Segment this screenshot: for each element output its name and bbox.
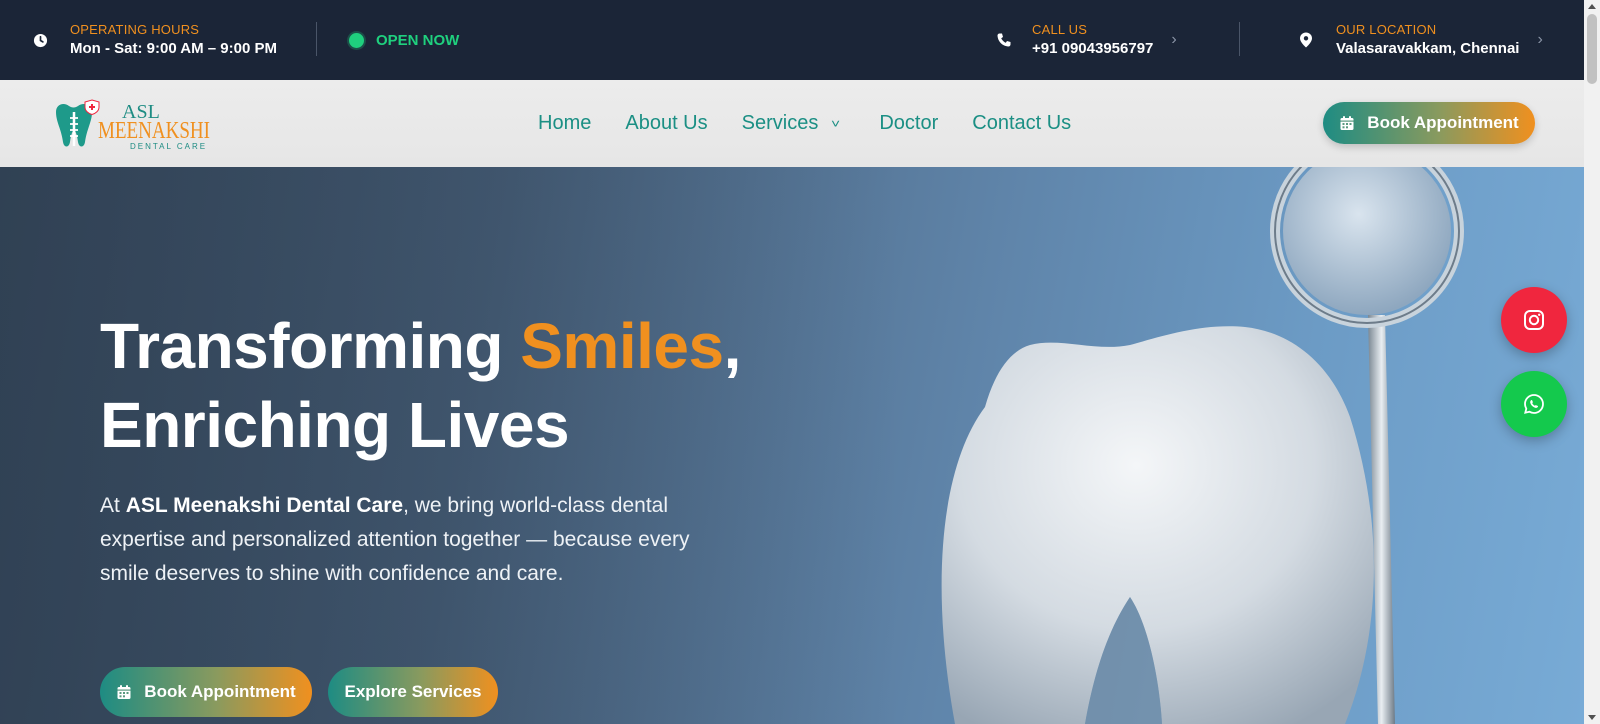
- instagram-button[interactable]: [1501, 287, 1567, 353]
- call-value: +91 09043956797: [1032, 40, 1154, 57]
- nav-doctor[interactable]: Doctor: [879, 112, 938, 135]
- site-logo[interactable]: ASL MEENAKSHI DENTAL CARE: [52, 98, 220, 154]
- logo-text-meenakshi: MEENAKSHI: [98, 118, 210, 144]
- hero-section: Transforming Smiles, Enriching Lives At …: [0, 167, 1584, 724]
- calendar-icon: [1340, 116, 1354, 130]
- status-dot-icon: [349, 32, 364, 48]
- scroll-up-icon[interactable]: [1588, 4, 1596, 9]
- location-label: OUR LOCATION: [1336, 22, 1437, 37]
- hero-desc-prefix: At: [100, 494, 126, 517]
- phone-icon: [996, 32, 1012, 48]
- scrollbar-thumb[interactable]: [1587, 14, 1597, 84]
- hero-title-accent: Smiles: [520, 310, 724, 382]
- open-status-text: OPEN NOW: [376, 31, 460, 49]
- logo-text-dental: DENTAL CARE: [130, 142, 207, 151]
- hero-title: Transforming Smiles, Enriching Lives: [100, 307, 741, 465]
- chevron-right-icon: ›: [1171, 31, 1177, 48]
- location-value: Valasaravakkam, Chennai: [1336, 40, 1520, 57]
- calendar-icon: [117, 685, 131, 699]
- top-info-bar: OPERATING HOURS Mon - Sat: 9:00 AM – 9:0…: [0, 0, 1584, 80]
- chevron-right-icon: ›: [1537, 31, 1543, 48]
- hero-book-appointment-button[interactable]: Book Appointment: [100, 667, 312, 717]
- nav-book-appointment-button[interactable]: Book Appointment: [1323, 102, 1535, 144]
- hours-value: Mon - Sat: 9:00 AM – 9:00 PM: [70, 40, 277, 57]
- whatsapp-button[interactable]: [1501, 371, 1567, 437]
- map-pin-icon: [1298, 32, 1314, 48]
- operating-hours: OPERATING HOURS Mon - Sat: 9:00 AM – 9:0…: [32, 0, 277, 80]
- hero-title-part1: Transforming: [100, 310, 521, 382]
- nav-links: Home About Us Services ˅ Doctor Contact …: [538, 80, 1105, 167]
- scroll-down-icon[interactable]: [1588, 715, 1596, 720]
- call-label: CALL US: [1032, 22, 1088, 37]
- main-navbar: ASL MEENAKSHI DENTAL CARE Home About Us …: [0, 80, 1584, 167]
- hero-book-appointment-label: Book Appointment: [144, 682, 296, 701]
- explore-services-button[interactable]: Explore Services: [328, 667, 498, 717]
- chevron-down-icon: ˅: [831, 116, 841, 131]
- location-link[interactable]: OUR LOCATION Valasaravakkam, Chennai ›: [1298, 0, 1543, 80]
- nav-home[interactable]: Home: [538, 112, 591, 135]
- instagram-icon: [1524, 310, 1544, 330]
- call-us-link[interactable]: CALL US +91 09043956797 ›: [996, 0, 1177, 80]
- nav-about-us[interactable]: About Us: [625, 112, 707, 135]
- whatsapp-icon: [1524, 394, 1544, 414]
- hero-description: At ASL Meenakshi Dental Care, we bring w…: [100, 489, 700, 591]
- clock-icon: [32, 32, 48, 48]
- nav-services[interactable]: Services ˅: [741, 112, 841, 135]
- nav-contact-us[interactable]: Contact Us: [972, 112, 1071, 135]
- hero-title-part2: ,: [723, 310, 742, 382]
- page-scrollbar[interactable]: [1584, 0, 1600, 724]
- hero-desc-brand: ASL Meenakshi Dental Care: [125, 494, 404, 517]
- open-status: OPEN NOW: [349, 0, 459, 80]
- divider: [316, 22, 317, 56]
- hero-title-line2: Enriching Lives: [100, 389, 570, 461]
- explore-services-label: Explore Services: [344, 682, 482, 701]
- hours-label: OPERATING HOURS: [70, 22, 200, 37]
- nav-book-appointment-label: Book Appointment: [1367, 113, 1519, 132]
- divider: [1239, 22, 1240, 56]
- nav-services-label: Services: [741, 112, 819, 134]
